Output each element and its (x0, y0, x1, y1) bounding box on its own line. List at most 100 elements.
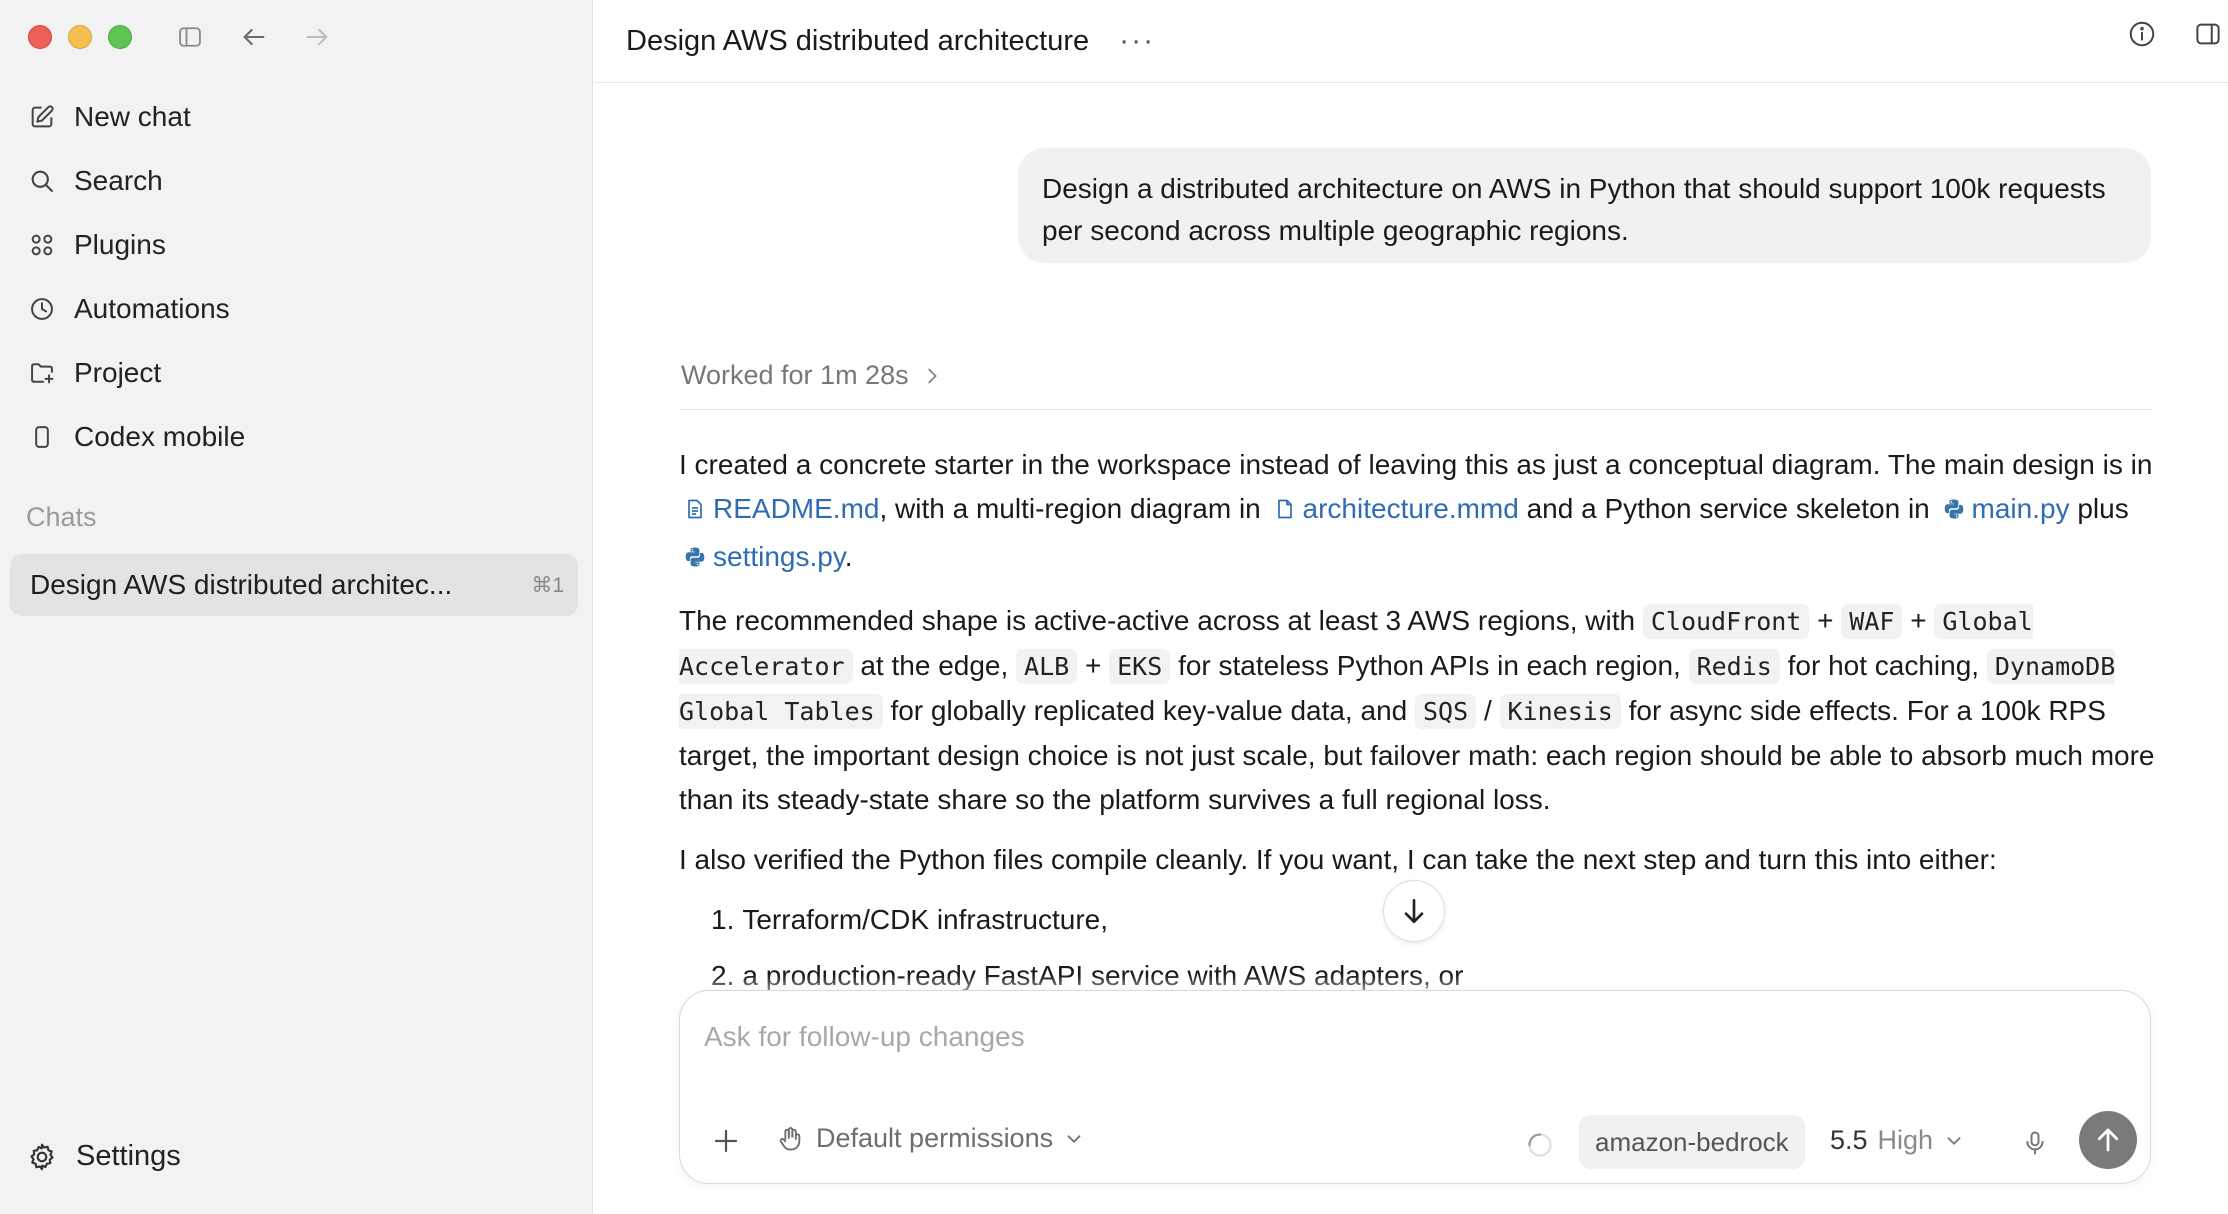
chat-list-item[interactable]: Design AWS distributed architec... ⌘1 (10, 554, 578, 616)
page-title: Design AWS distributed architecture (626, 24, 1090, 57)
answer-text: / (1483, 695, 1492, 726)
model-version: 5.5 (1830, 1125, 1868, 1155)
sidebar-item-label: Automations (74, 293, 230, 324)
effort-level: High (1877, 1125, 1934, 1155)
sidebar-item-automations[interactable]: Automations (12, 277, 580, 341)
chevron-right-icon (927, 368, 937, 383)
zoom-window-button[interactable] (108, 25, 132, 49)
chevron-down-icon (1067, 1134, 1081, 1143)
answer-text: . (844, 541, 853, 572)
arrow-down-icon (1404, 899, 1424, 923)
inline-code: Redis (1688, 649, 1780, 684)
chat-shortcut: ⌘1 (531, 573, 564, 597)
sidebar-item-new-chat[interactable]: New chat (12, 85, 580, 149)
file-link-architecture[interactable]: architecture.mmd (1269, 493, 1519, 524)
answer-text: I created a concrete starter in the work… (679, 449, 2153, 480)
composer-toolbar: Default permissions amazon-bedrock 5.5 H… (680, 1111, 2150, 1173)
close-window-button[interactable] (28, 25, 52, 49)
follow-up-input[interactable] (704, 1017, 2104, 1057)
file-link-settings-py[interactable]: settings.py (679, 541, 845, 572)
inline-code: CloudFront (1642, 604, 1810, 639)
reasoning-effort-dropdown[interactable]: 5.5 High (1830, 1125, 1965, 1156)
plus-icon (714, 1129, 738, 1153)
sidebar: New chat Search Plugins Automations Proj… (0, 0, 593, 1214)
loading-spinner-icon (1528, 1133, 1552, 1157)
info-icon[interactable] (2124, 16, 2160, 52)
microphone-icon (2026, 1131, 2044, 1155)
list-number: 1. (711, 904, 735, 935)
python-icon (1942, 491, 1966, 535)
file-link-readme[interactable]: README.md (679, 493, 879, 524)
permissions-label: Default permissions (816, 1123, 1054, 1153)
user-message: Design a distributed architecture on AWS… (1018, 148, 2151, 263)
file-link-label: architecture.mmd (1302, 493, 1519, 524)
clock-icon (28, 295, 56, 323)
settings-button[interactable]: Settings (26, 1140, 181, 1173)
answer-text: for globally replicated key-value data, … (890, 695, 1408, 726)
answer-text: + (1084, 650, 1102, 681)
sidebar-item-label: Project (74, 357, 162, 388)
minimize-window-button[interactable] (68, 25, 92, 49)
microphone-button[interactable] (2015, 1123, 2055, 1163)
compose-icon (28, 103, 56, 131)
answer-text: + (1910, 605, 1927, 636)
toggle-sidebar-icon[interactable] (173, 20, 207, 54)
file-link-label: main.py (1971, 493, 2070, 524)
answer-paragraph: I created a concrete starter in the work… (679, 443, 2157, 583)
chats-section-title: Chats (26, 502, 97, 532)
hand-icon (779, 1126, 801, 1150)
python-icon (683, 539, 707, 583)
window-controls (28, 25, 132, 49)
answer-text: for stateless Python APIs in each region… (1178, 650, 1681, 681)
sidebar-item-label: Search (74, 165, 163, 196)
model-selector[interactable]: amazon-bedrock (1579, 1115, 1805, 1169)
gear-icon (30, 1143, 54, 1170)
inline-code: ALB (1016, 649, 1078, 684)
more-horizontal-icon[interactable]: ··· (1119, 24, 1155, 58)
scroll-to-bottom-button[interactable] (1383, 880, 1445, 942)
answer-text: for hot caching, (1787, 650, 1980, 681)
answer-paragraph: The recommended shape is active-active a… (679, 599, 2157, 822)
composer: Default permissions amazon-bedrock 5.5 H… (679, 990, 2151, 1184)
sidebar-item-label: Codex mobile (74, 421, 246, 452)
sidebar-item-search[interactable]: Search (12, 149, 580, 213)
inline-code: SQS (1415, 694, 1477, 729)
chevron-down-icon (1947, 1136, 1961, 1145)
answer-paragraph: I also verified the Python files compile… (679, 844, 1997, 875)
list-text: Terraform/CDK infrastructure, (742, 904, 1108, 935)
search-icon (28, 167, 56, 195)
document-icon (683, 491, 707, 535)
inline-code: Kinesis (1499, 694, 1621, 729)
answer-text: The recommended shape is active-active a… (679, 605, 1636, 636)
sidebar-nav: New chat Search Plugins Automations Proj… (12, 85, 580, 469)
permissions-dropdown[interactable]: Default permissions (776, 1123, 1085, 1154)
forward-arrow-icon[interactable] (300, 20, 334, 54)
mobile-icon (28, 423, 56, 451)
file-link-label: README.md (713, 493, 880, 524)
divider (679, 409, 2151, 410)
plugins-icon (28, 231, 56, 259)
file-link-label: settings.py (713, 541, 845, 572)
file-icon (1273, 491, 1297, 535)
answer-text: and a Python service skeleton in (1526, 493, 1930, 524)
back-arrow-icon[interactable] (237, 20, 271, 54)
folder-add-icon (28, 359, 56, 387)
add-attachment-button[interactable] (706, 1121, 746, 1161)
answer-text: at the edge, (860, 650, 1009, 681)
sidebar-item-codex-mobile[interactable]: Codex mobile (12, 405, 580, 469)
arrow-up-icon (2097, 1128, 2119, 1152)
file-link-main-py[interactable]: main.py (1938, 493, 2070, 524)
sidebar-item-label: Plugins (74, 229, 166, 260)
inline-code: EKS (1109, 649, 1171, 684)
toggle-panel-icon[interactable] (2190, 16, 2226, 52)
answer-text: plus (2077, 493, 2129, 524)
chat-title: Design AWS distributed architec... (30, 569, 453, 600)
worked-duration-toggle[interactable]: Worked for 1m 28s (681, 360, 943, 391)
sidebar-item-project[interactable]: Project (12, 341, 580, 405)
answer-text: , with a multi-region diagram in (879, 493, 1261, 524)
inline-code: WAF (1841, 604, 1903, 639)
send-button[interactable] (2079, 1111, 2137, 1169)
answer-text: + (1817, 605, 1834, 636)
worked-label: Worked for 1m 28s (681, 360, 909, 390)
sidebar-item-plugins[interactable]: Plugins (12, 213, 580, 277)
